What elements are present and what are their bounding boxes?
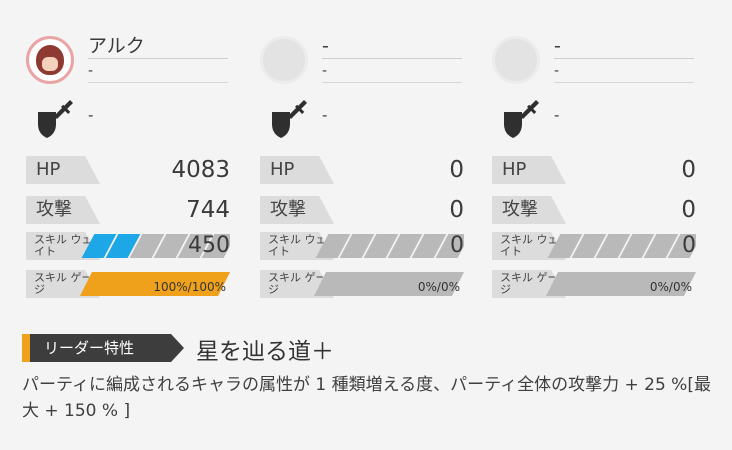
- weapon-label: -: [88, 106, 94, 124]
- hp-label: HP: [260, 156, 334, 184]
- character-slot-3[interactable]: - - - HP 0 攻撃 0 スキル ウェイト 0 スキル ゲージ 0%/0%: [488, 0, 720, 310]
- hp-value: 4083: [171, 157, 230, 183]
- attack-label: 攻撃: [260, 196, 334, 224]
- skill-wait-value: 450: [188, 233, 230, 258]
- skill-gauge-value: 0%/0%: [649, 280, 692, 294]
- sword-shield-icon: [272, 100, 307, 138]
- skill-wait-row: スキル ウェイト 450: [26, 232, 230, 260]
- character-portrait-icon[interactable]: [492, 36, 540, 84]
- character-subtitle: -: [88, 62, 228, 83]
- skill-gauge-value: 0%/0%: [417, 280, 460, 294]
- skill-gauge-row: スキル ゲージ 100%/100%: [26, 270, 230, 298]
- sword-shield-icon: [504, 100, 539, 138]
- skill-wait-bar: [314, 234, 464, 258]
- weapon-label: -: [322, 106, 328, 124]
- attack-value: 0: [449, 197, 464, 223]
- character-subtitle: -: [322, 62, 462, 83]
- skill-gauge-row: スキル ゲージ 0%/0%: [260, 270, 464, 298]
- attack-label: 攻撃: [492, 196, 566, 224]
- sword-shield-icon: [38, 100, 73, 138]
- skill-gauge-row: スキル ゲージ 0%/0%: [492, 270, 696, 298]
- leader-trait-label: リーダー特性: [44, 339, 135, 357]
- skill-gauge-bar: 0%/0%: [546, 272, 696, 296]
- hp-label: HP: [26, 156, 100, 184]
- character-slot-1[interactable]: アルク - - HP 4083 攻撃 744 スキル ウェイト 450 スキル …: [22, 0, 254, 310]
- hp-row: HP 4083: [26, 156, 230, 184]
- hp-row: HP 0: [492, 156, 696, 184]
- hp-value: 0: [681, 157, 696, 183]
- leader-skill-name: 星を辿る道＋: [196, 339, 334, 365]
- attack-row: 攻撃 0: [492, 196, 696, 224]
- weapon-label: -: [554, 106, 560, 124]
- character-subtitle: -: [554, 62, 694, 83]
- skill-wait-bar: [546, 234, 696, 258]
- attack-label: 攻撃: [26, 196, 100, 224]
- character-slot-2[interactable]: - - - HP 0 攻撃 0 スキル ウェイト 0 スキル ゲージ 0%/0%: [256, 0, 488, 310]
- hp-row: HP 0: [260, 156, 464, 184]
- character-name: -: [554, 34, 694, 59]
- leader-trait-tag: リーダー特性: [22, 334, 184, 362]
- skill-gauge-bar: 100%/100%: [80, 272, 230, 296]
- attack-row: 攻撃 744: [26, 196, 230, 224]
- character-portrait-icon[interactable]: [26, 36, 74, 84]
- character-name: アルク: [88, 34, 228, 59]
- skill-wait-value: 0: [682, 233, 696, 258]
- skill-gauge-value: 100%/100%: [153, 280, 226, 294]
- skill-wait-row: スキル ウェイト 0: [260, 232, 464, 260]
- skill-gauge-bar: 0%/0%: [314, 272, 464, 296]
- skill-wait-row: スキル ウェイト 0: [492, 232, 696, 260]
- attack-value: 744: [186, 197, 230, 223]
- attack-row: 攻撃 0: [260, 196, 464, 224]
- hp-value: 0: [449, 157, 464, 183]
- leader-skill-description: パーティに編成されるキャラの属性が 1 種類増える度、パーティ全体の攻撃力 + …: [22, 375, 711, 421]
- character-name: -: [322, 34, 462, 59]
- skill-wait-value: 0: [450, 233, 464, 258]
- hp-label: HP: [492, 156, 566, 184]
- character-portrait-icon[interactable]: [260, 36, 308, 84]
- attack-value: 0: [681, 197, 696, 223]
